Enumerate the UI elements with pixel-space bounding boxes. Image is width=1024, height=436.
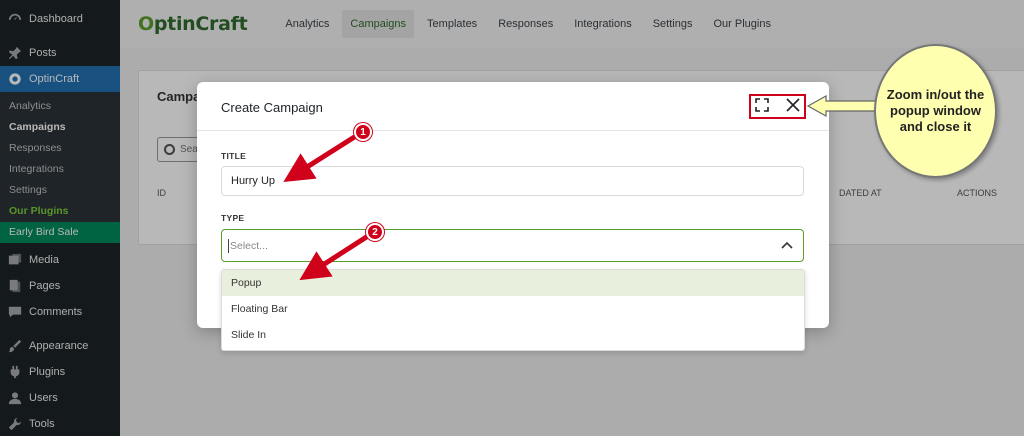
title-input[interactable] (221, 166, 804, 196)
expand-button[interactable] (753, 96, 771, 114)
fullscreen-icon (755, 98, 769, 112)
chevron-up-icon (781, 241, 793, 249)
type-options-list: Popup Floating Bar Slide In (221, 269, 805, 351)
modal-divider (197, 130, 829, 131)
title-field-label: TITLE (221, 151, 247, 161)
option-popup[interactable]: Popup (222, 270, 804, 296)
modal-title: Create Campaign (221, 100, 323, 115)
option-floating-bar[interactable]: Floating Bar (222, 296, 804, 322)
type-select-placeholder: Select... (230, 240, 268, 252)
type-field-label: TYPE (221, 213, 245, 223)
text-cursor (228, 239, 229, 253)
close-icon (786, 98, 800, 112)
option-slide-in[interactable]: Slide In (222, 322, 804, 348)
close-button[interactable] (784, 96, 802, 114)
type-select[interactable]: Select... (221, 229, 804, 262)
